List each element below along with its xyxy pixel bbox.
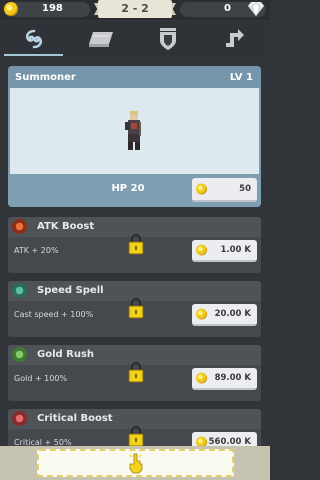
gem-amount: 0 bbox=[224, 3, 231, 14]
hero-portrait-area bbox=[10, 88, 259, 174]
book-icon bbox=[88, 32, 113, 47]
tab-armor[interactable] bbox=[134, 22, 201, 56]
upgrade-cost: 89.00 K bbox=[214, 373, 251, 383]
hero-upgrade-cost: 50 bbox=[239, 184, 251, 194]
swirl-icon bbox=[25, 29, 42, 49]
critical-icon bbox=[12, 411, 27, 426]
gold-counter: 198 bbox=[4, 2, 90, 17]
lock-icon bbox=[128, 233, 144, 255]
coin-icon bbox=[196, 372, 207, 384]
upgrade-card-speed-spell: Speed Spell Cast speed + 100% 20.00 K bbox=[8, 281, 261, 337]
upgrade-title: Gold Rush bbox=[37, 349, 95, 360]
hero-upgrade-button[interactable]: 50 bbox=[192, 178, 257, 202]
upgrade-card-gold-rush: Gold Rush Gold + 100% 89.00 K bbox=[8, 345, 261, 401]
hero-header: Summoner LV 1 bbox=[8, 66, 261, 88]
upgrade-buy-button[interactable]: 20.00 K bbox=[192, 304, 257, 326]
coin-icon bbox=[196, 244, 207, 256]
gold-bag-icon bbox=[12, 347, 27, 362]
tab-bar bbox=[0, 22, 270, 56]
stage-label: 2 - 2 bbox=[98, 0, 172, 18]
hero-card: Summoner LV 1 HP 20 50 bbox=[8, 66, 261, 207]
tap-hand-icon bbox=[129, 453, 142, 474]
hero-hp: HP 20 bbox=[111, 183, 145, 194]
upgrade-buy-button[interactable]: 89.00 K bbox=[192, 368, 257, 390]
tab-upgrade[interactable] bbox=[201, 22, 268, 56]
hourglass-icon bbox=[12, 283, 27, 298]
upgrade-buy-button[interactable]: 1.00 K bbox=[192, 240, 257, 262]
coin-icon bbox=[196, 183, 207, 195]
flame-icon bbox=[12, 219, 27, 234]
upgrade-cost: 1.00 K bbox=[220, 245, 251, 255]
lock-icon bbox=[128, 361, 144, 383]
hero-level: LV 1 bbox=[229, 72, 253, 83]
hero-name: Summoner bbox=[15, 72, 76, 83]
lock-icon bbox=[128, 297, 144, 319]
top-bar: 198 2 - 2 0 bbox=[0, 0, 270, 20]
stage-indicator: 2 - 2 bbox=[94, 0, 176, 19]
gold-amount: 198 bbox=[42, 3, 63, 14]
arrow-up-right-icon bbox=[225, 29, 244, 47]
upgrade-title: ATK Boost bbox=[37, 221, 95, 232]
upgrade-title: Critical Boost bbox=[37, 413, 113, 424]
tab-inventory[interactable] bbox=[67, 22, 134, 56]
upgrade-desc: ATK + 20% bbox=[14, 246, 59, 255]
diamond-icon bbox=[248, 1, 264, 16]
tap-button[interactable] bbox=[37, 449, 234, 477]
summoner-sprite bbox=[125, 111, 141, 150]
upgrade-title: Speed Spell bbox=[37, 285, 104, 296]
upgrade-desc: Cast speed + 100% bbox=[14, 310, 94, 319]
upgrade-cost: 20.00 K bbox=[214, 309, 251, 319]
shield-icon bbox=[159, 28, 176, 50]
upgrade-desc: Gold + 100% bbox=[14, 374, 68, 383]
upgrade-card-atk-boost: ATK Boost ATK + 20% 1.00 K bbox=[8, 217, 261, 273]
coin-icon bbox=[4, 2, 18, 16]
tab-skills[interactable] bbox=[0, 22, 67, 56]
lock-icon bbox=[128, 425, 144, 447]
coin-icon bbox=[196, 308, 207, 320]
gem-counter: 0 bbox=[180, 1, 266, 17]
